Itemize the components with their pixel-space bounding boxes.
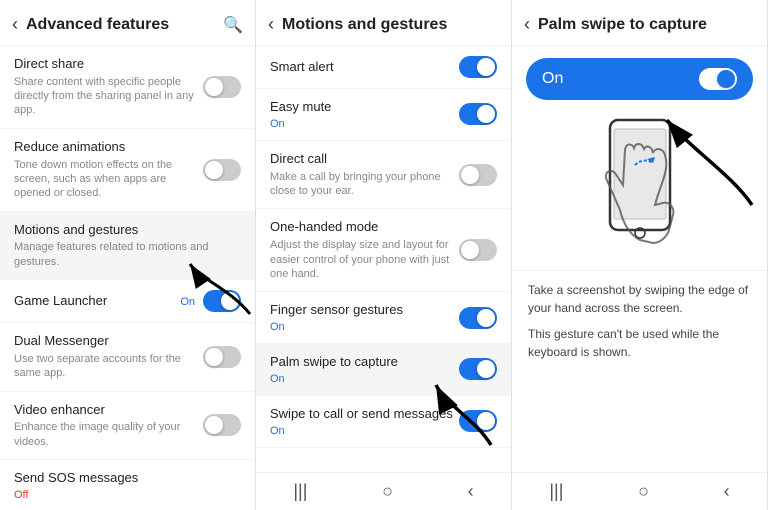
item-desc: Use two separate accounts for the same a… [14, 352, 203, 381]
item-label: Motions and gestures [14, 222, 241, 239]
panel3-description: Take a screenshot by swiping the edge of… [512, 270, 767, 379]
toggle-switch[interactable] [203, 346, 241, 368]
motions-gestures-item[interactable]: Motions and gestures Manage features rel… [0, 212, 255, 280]
toggle-switch[interactable] [203, 76, 241, 98]
item-label: One-handed mode [270, 219, 459, 236]
description2: This gesture can't be used while the key… [528, 325, 751, 361]
search-icon[interactable]: 🔍 [223, 15, 243, 35]
palm-capture-toggle-bar[interactable]: On [526, 58, 753, 100]
item-status: On [270, 118, 459, 130]
panel1-title: Advanced features [26, 16, 223, 34]
arrow-annotation [662, 110, 762, 210]
list-item[interactable]: Send SOS messages Off [0, 460, 255, 510]
toggle-switch[interactable] [459, 164, 497, 186]
panel3-title: Palm swipe to capture [538, 16, 755, 34]
panel-advanced-features: ‹ Advanced features 🔍 Direct share Share… [0, 0, 256, 510]
nav-back-icon[interactable]: ‹ [468, 481, 474, 502]
item-label: Reduce animations [14, 139, 203, 156]
item-desc: Tone down motion effects on the screen, … [14, 158, 203, 201]
finger-sensor-item[interactable]: Finger sensor gestures On [256, 292, 511, 344]
panel1-header: ‹ Advanced features 🔍 [0, 0, 255, 46]
toggle-switch[interactable] [203, 414, 241, 436]
navigation-bar: ||| ○ ‹ [512, 472, 767, 510]
item-label: Direct call [270, 151, 459, 168]
nav-home-icon[interactable]: ○ [382, 481, 393, 502]
item-label: Easy mute [270, 99, 459, 116]
item-label: Smart alert [270, 59, 459, 76]
item-label: Send SOS messages [14, 470, 241, 487]
phone-illustration [512, 110, 767, 270]
arrow-annotation [431, 380, 501, 450]
navigation-bar: ||| ○ ‹ [256, 472, 511, 510]
arrow-annotation [180, 259, 256, 319]
palm-swipe-item[interactable]: Palm swipe to capture On [256, 344, 511, 396]
panel2-title: Motions and gestures [282, 16, 499, 34]
toggle-switch[interactable] [459, 56, 497, 78]
list-item[interactable]: Direct share Share content with specific… [0, 46, 255, 129]
panel3-header: ‹ Palm swipe to capture [512, 0, 767, 46]
nav-recents-icon[interactable]: ||| [549, 481, 563, 502]
list-item[interactable]: Video enhancer Enhance the image quality… [0, 392, 255, 460]
item-desc: Make a call by bringing your phone close… [270, 170, 459, 199]
back-icon[interactable]: ‹ [12, 14, 18, 35]
toggle-switch[interactable] [699, 68, 737, 90]
item-label: Game Launcher [14, 293, 180, 310]
item-status: On [270, 321, 459, 333]
toggle-switch[interactable] [203, 159, 241, 181]
easy-mute-item[interactable]: Easy mute On [256, 89, 511, 141]
list-item[interactable]: Reduce animations Tone down motion effec… [0, 129, 255, 212]
item-label: Dual Messenger [14, 333, 203, 350]
back-icon[interactable]: ‹ [524, 14, 530, 35]
item-desc: Enhance the image quality of your videos… [14, 420, 203, 449]
panel2-header: ‹ Motions and gestures [256, 0, 511, 46]
nav-back-icon[interactable]: ‹ [724, 481, 730, 502]
item-label: Palm swipe to capture [270, 354, 459, 371]
nav-recents-icon[interactable]: ||| [293, 481, 307, 502]
toggle-switch[interactable] [459, 239, 497, 261]
panel-palm-swipe-capture: ‹ Palm swipe to capture On [512, 0, 768, 510]
item-status: Off [14, 489, 241, 501]
item-desc: Adjust the display size and layout for e… [270, 238, 459, 281]
toggle-label: On [542, 70, 563, 88]
direct-call-item[interactable]: Direct call Make a call by bringing your… [256, 141, 511, 209]
smart-alert-item[interactable]: Smart alert [256, 46, 511, 89]
item-label: Video enhancer [14, 402, 203, 419]
description1: Take a screenshot by swiping the edge of… [528, 281, 751, 317]
list-item[interactable]: Dual Messenger Use two separate accounts… [0, 323, 255, 391]
item-label: Direct share [14, 56, 203, 73]
panel-motions-gestures: ‹ Motions and gestures Smart alert Easy … [256, 0, 512, 510]
toggle-switch[interactable] [459, 103, 497, 125]
toggle-switch[interactable] [459, 358, 497, 380]
one-handed-mode-item[interactable]: One-handed mode Adjust the display size … [256, 209, 511, 292]
back-icon[interactable]: ‹ [268, 14, 274, 35]
nav-home-icon[interactable]: ○ [638, 481, 649, 502]
toggle-switch[interactable] [459, 307, 497, 329]
item-desc: Share content with specific people direc… [14, 75, 203, 118]
item-label: Finger sensor gestures [270, 302, 459, 319]
